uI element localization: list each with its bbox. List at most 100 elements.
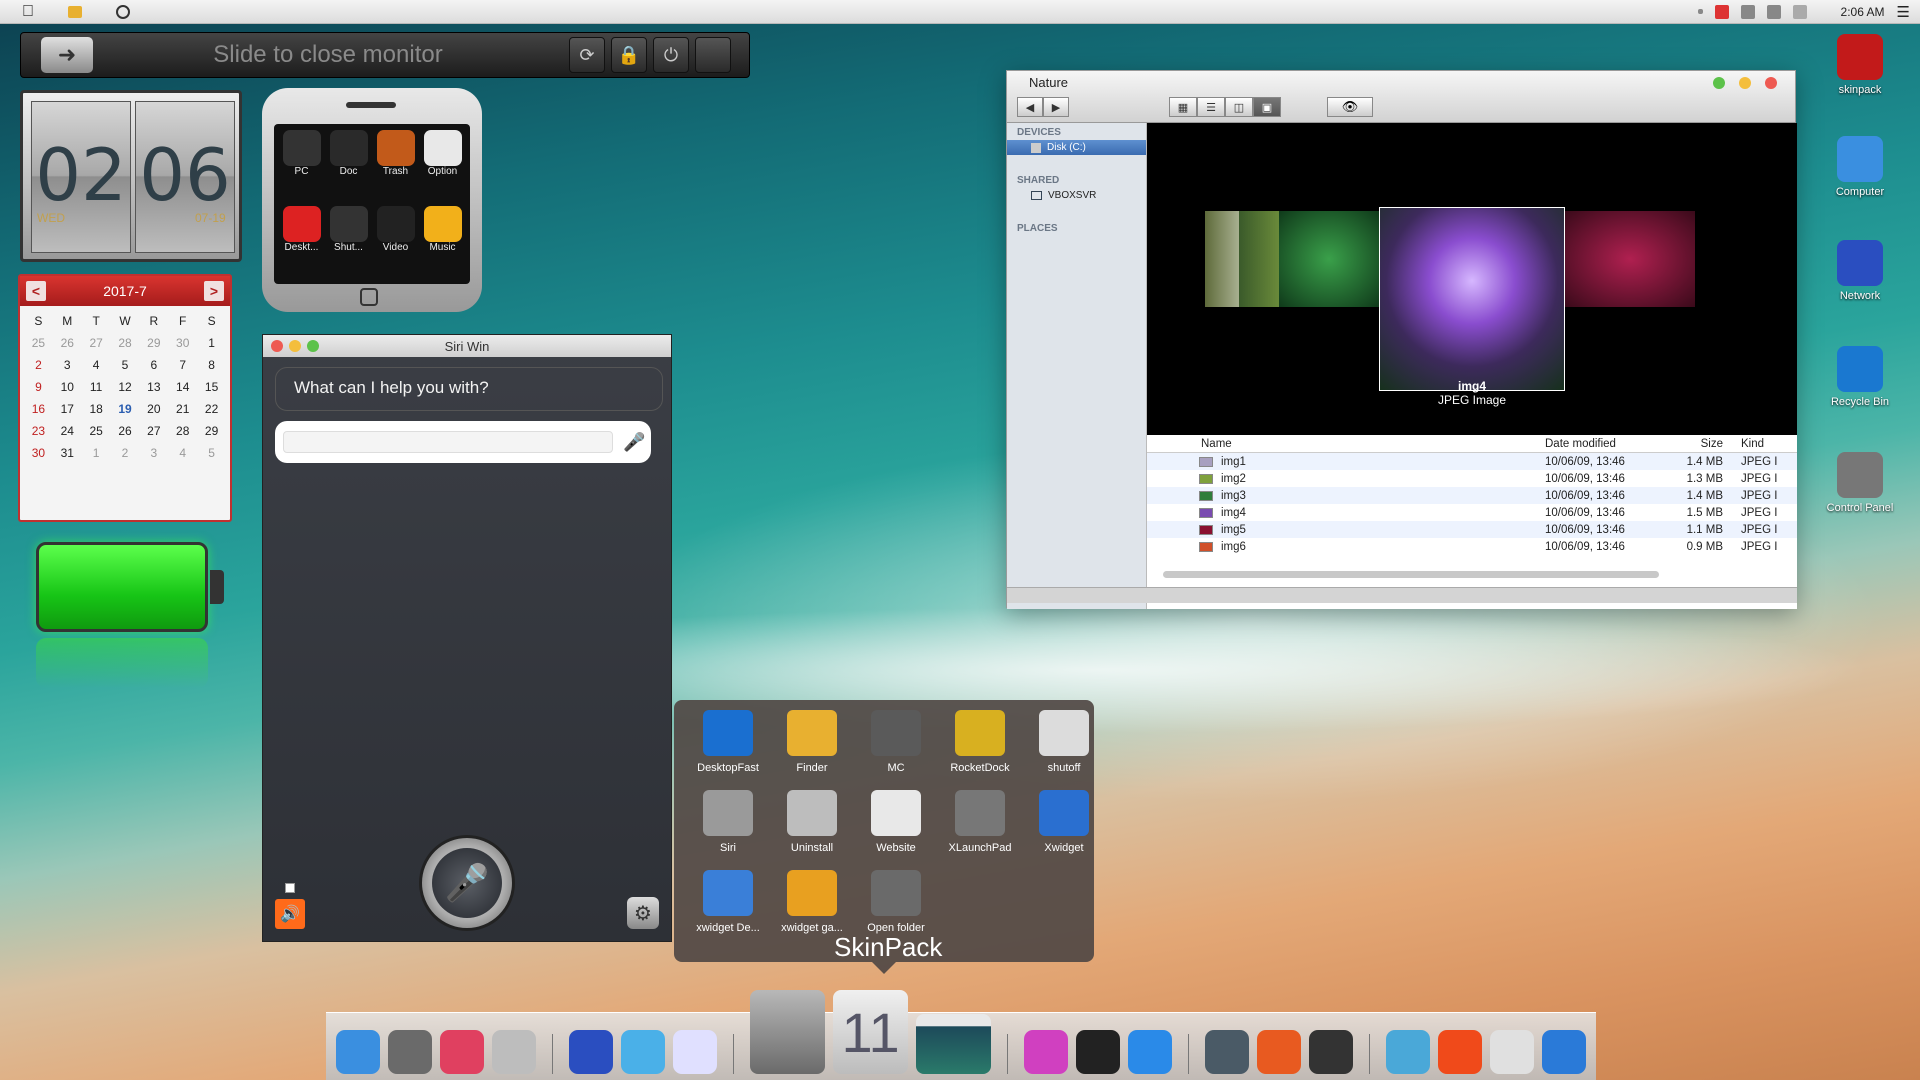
- phone-app[interactable]: Doc: [327, 130, 370, 202]
- calendar-day[interactable]: 15: [197, 380, 226, 394]
- sidebar-item-vboxsvr[interactable]: VBOXSVR: [1007, 188, 1146, 203]
- desktop-icon[interactable]: Network: [1820, 240, 1900, 302]
- column-kind[interactable]: Kind: [1723, 438, 1797, 450]
- apple-menu-icon[interactable]: : [22, 3, 34, 21]
- calendar-day[interactable]: 6: [139, 358, 168, 372]
- calendar-day[interactable]: 2: [24, 358, 53, 372]
- launcher-item[interactable]: Uninstall: [772, 790, 852, 866]
- calendar-day[interactable]: 29: [197, 424, 226, 438]
- calendar-day[interactable]: 4: [82, 358, 111, 372]
- column-date[interactable]: Date modified: [1537, 438, 1663, 450]
- menu-clock[interactable]: 2:06 AM: [1841, 5, 1885, 19]
- calendar-day[interactable]: 9: [24, 380, 53, 394]
- cover-img3[interactable]: [1279, 211, 1379, 307]
- calendar-day[interactable]: 5: [111, 358, 140, 372]
- file-row[interactable]: img3 10/06/09, 13:46 1.4 MB JPEG I: [1147, 487, 1797, 504]
- calendar-day[interactable]: 3: [139, 446, 168, 460]
- hard-drive-icon[interactable]: [749, 990, 825, 1074]
- calendar-day[interactable]: 26: [111, 424, 140, 438]
- info-icon[interactable]: [1386, 1030, 1431, 1074]
- coverflow-area[interactable]: img4 JPEG Image: [1147, 123, 1797, 435]
- pen-icon[interactable]: [672, 1030, 717, 1074]
- calendar-day[interactable]: 14: [168, 380, 197, 394]
- launcher-item[interactable]: MC: [856, 710, 936, 786]
- gear-icon[interactable]: ⚙: [627, 897, 659, 929]
- launcher-item[interactable]: Siri: [688, 790, 768, 866]
- phone-app[interactable]: PC: [280, 130, 323, 202]
- calendar-prev-button[interactable]: <: [26, 281, 46, 301]
- siri-mic-button[interactable]: 🎤: [419, 835, 515, 931]
- book-icon[interactable]: [1542, 1030, 1587, 1074]
- music-icon[interactable]: [1024, 1030, 1069, 1074]
- desktop-icon[interactable]: skinpack: [1820, 34, 1900, 96]
- column-name[interactable]: Name: [1147, 438, 1537, 450]
- calendar-day[interactable]: 5: [197, 446, 226, 460]
- skinpack-11-icon[interactable]: 11: [832, 990, 909, 1074]
- back-icon[interactable]: ◀: [1017, 97, 1043, 117]
- power-icon[interactable]: ⏻: [653, 37, 689, 73]
- calendar-day[interactable]: 3: [53, 358, 82, 372]
- dashboard-icon[interactable]: [1309, 1030, 1354, 1074]
- quicklook-eye-icon[interactable]: 👁: [1327, 97, 1373, 117]
- calendar-day[interactable]: 10: [53, 380, 82, 394]
- close-button[interactable]: [1765, 77, 1777, 89]
- calendar-day[interactable]: 23: [24, 424, 53, 438]
- phone-app[interactable]: Trash: [374, 130, 417, 202]
- column-view-icon[interactable]: ◫: [1225, 97, 1253, 117]
- calendar-day[interactable]: 24: [53, 424, 82, 438]
- launcher-item[interactable]: Website: [856, 790, 936, 866]
- calendar-day[interactable]: 27: [139, 424, 168, 438]
- desktop-icon[interactable]: Control Panel: [1820, 452, 1900, 514]
- calendar-day[interactable]: 18: [82, 402, 111, 416]
- icon-view-icon[interactable]: ▦: [1169, 97, 1197, 117]
- launcher-item[interactable]: Xwidget: [1024, 790, 1104, 866]
- tray-volume-icon[interactable]: [1792, 4, 1807, 19]
- calendar-day[interactable]: 21: [168, 402, 197, 416]
- desktop-icon[interactable]: Computer: [1820, 136, 1900, 198]
- calendar-day[interactable]: 2: [111, 446, 140, 460]
- minimize-button[interactable]: [1739, 77, 1751, 89]
- calendar-day[interactable]: 19: [111, 402, 140, 416]
- cover-img5[interactable]: [1565, 211, 1695, 307]
- siri-icon[interactable]: [492, 1030, 536, 1074]
- calendar-day[interactable]: 26: [53, 336, 82, 350]
- appstore-icon[interactable]: [1128, 1030, 1173, 1074]
- cover-img2[interactable]: [1239, 211, 1279, 307]
- calendar-day[interactable]: 16: [24, 402, 53, 416]
- microphone-icon[interactable]: 🎤: [623, 432, 645, 453]
- calendar-day[interactable]: 27: [82, 336, 111, 350]
- launcher-item[interactable]: Finder: [772, 710, 852, 786]
- calendar-next-button[interactable]: >: [204, 281, 224, 301]
- siri-menu-icon[interactable]: [116, 4, 130, 19]
- tray-network-icon[interactable]: [1766, 4, 1781, 19]
- calendar-day[interactable]: 20: [139, 402, 168, 416]
- clapper-icon[interactable]: [620, 1030, 665, 1074]
- speaker-icon[interactable]: 🔊: [275, 899, 305, 929]
- calendar-day[interactable]: 13: [139, 380, 168, 394]
- calendar-day[interactable]: 29: [139, 336, 168, 350]
- calendar-day[interactable]: 28: [111, 336, 140, 350]
- calendar-day[interactable]: 25: [82, 424, 111, 438]
- desktop-icon[interactable]: Recycle Bin: [1820, 346, 1900, 408]
- list-menu-icon[interactable]: ☰: [1897, 3, 1910, 21]
- tray-shield-icon[interactable]: [1740, 4, 1755, 19]
- calendar-day[interactable]: 12: [111, 380, 140, 394]
- phone-app[interactable]: Option: [421, 130, 464, 202]
- file-row[interactable]: img4 10/06/09, 13:46 1.5 MB JPEG I: [1147, 504, 1797, 521]
- calendar-day[interactable]: 1: [197, 336, 226, 350]
- folder-menu-icon[interactable]: [68, 5, 82, 18]
- settings-icon[interactable]: [388, 1030, 432, 1074]
- file-row[interactable]: img2 10/06/09, 13:46 1.3 MB JPEG I: [1147, 470, 1797, 487]
- cover-img1[interactable]: [1205, 211, 1239, 307]
- macbook-icon[interactable]: [916, 1014, 992, 1074]
- appstore-a-icon[interactable]: [1490, 1030, 1535, 1074]
- launcher-item[interactable]: RocketDock: [940, 710, 1020, 786]
- globe-icon[interactable]: [568, 1030, 613, 1074]
- file-row[interactable]: img6 10/06/09, 13:46 0.9 MB JPEG I: [1147, 538, 1797, 555]
- column-size[interactable]: Size: [1663, 438, 1723, 450]
- launcher-item[interactable]: xwidget De...: [688, 870, 768, 946]
- restart-icon[interactable]: ⟳: [569, 37, 605, 73]
- zoom-button[interactable]: [1713, 77, 1725, 89]
- phone-app[interactable]: Shut...: [327, 206, 370, 278]
- calendar-day[interactable]: 11: [82, 380, 111, 394]
